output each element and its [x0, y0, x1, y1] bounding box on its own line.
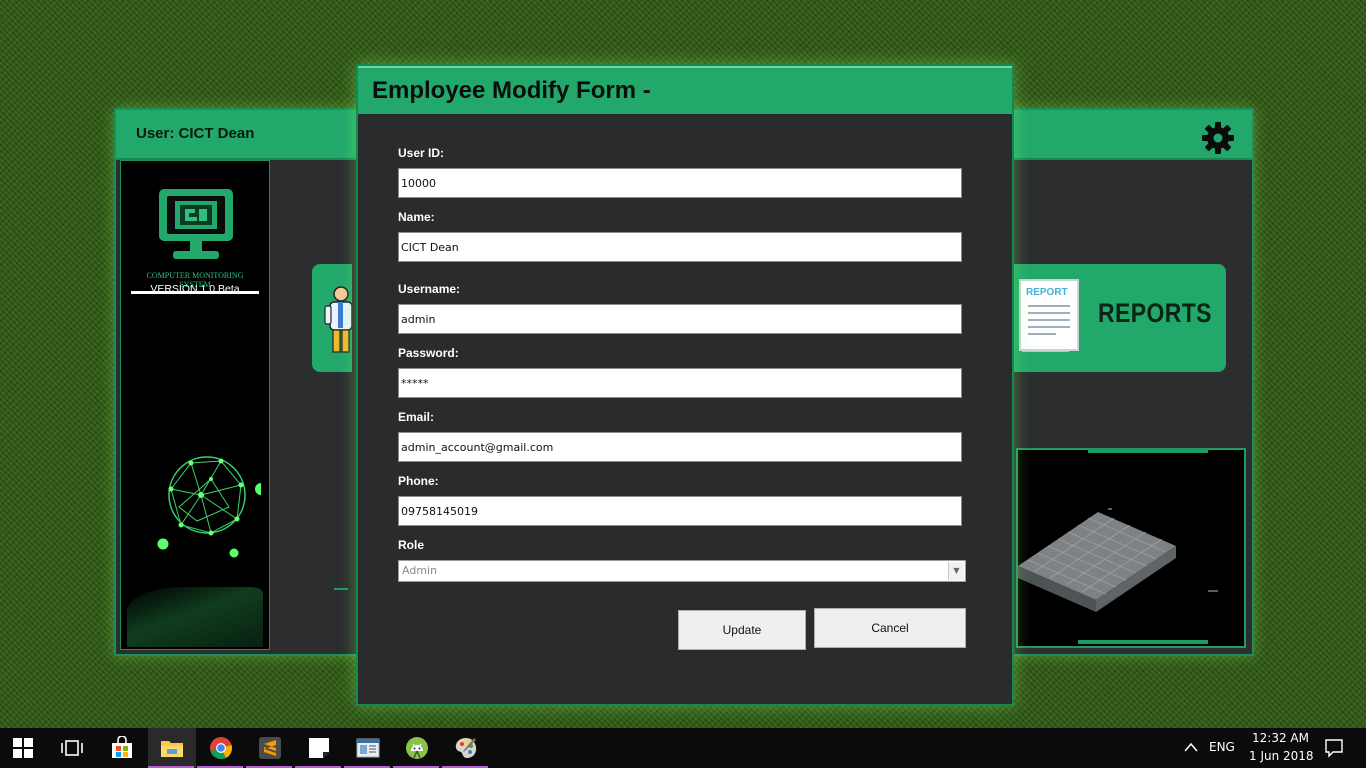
cancel-button[interactable]: Cancel	[814, 608, 966, 648]
user-label: User: CICT Dean	[136, 125, 255, 142]
update-button[interactable]: Update	[678, 610, 806, 650]
dialog-title-bar: Employee Modify Form -	[358, 66, 1012, 114]
server-grid-graphic	[1018, 450, 1218, 644]
role-label: Role	[398, 538, 425, 552]
username-label: Username:	[398, 282, 461, 296]
sidebar: COMPUTER MONITORING SYSTEM VERSION 1.0 B…	[120, 160, 270, 650]
sublime-text-icon[interactable]	[258, 736, 282, 760]
clock-date[interactable]: 1 Jun 2018	[1249, 749, 1314, 763]
email-input[interactable]	[398, 432, 962, 462]
password-input[interactable]	[398, 368, 962, 398]
employee-modify-dialog: Employee Modify Form - User ID: Name: Us…	[356, 64, 1014, 706]
user-id-input[interactable]	[398, 168, 962, 198]
role-value: Admin	[402, 564, 438, 577]
chevron-up-icon[interactable]	[1184, 742, 1198, 752]
phone-input[interactable]	[398, 496, 962, 526]
employee-tile[interactable]	[312, 264, 352, 372]
sticky-notes-icon[interactable]	[307, 736, 331, 760]
version-label: VERSION 1.0 Beta	[150, 283, 240, 295]
name-label: Name:	[398, 210, 435, 224]
notifications-icon[interactable]	[1324, 738, 1344, 758]
reports-tile[interactable]: REPORT REPORTS	[1012, 264, 1226, 372]
phone-label: Phone:	[398, 474, 439, 488]
dropdown-arrow-icon[interactable]: ▼	[948, 562, 964, 580]
report-doc-label: REPORT	[1026, 287, 1068, 298]
username-input[interactable]	[398, 304, 962, 334]
chrome-icon[interactable]	[209, 736, 233, 760]
network-globe-icon	[157, 456, 261, 558]
visualization-panel	[1016, 448, 1246, 648]
android-studio-icon[interactable]	[405, 736, 429, 760]
clock-time[interactable]: 12:32 AM	[1252, 731, 1309, 745]
file-explorer-icon[interactable]	[160, 736, 184, 760]
store-icon[interactable]	[110, 736, 134, 760]
language-indicator[interactable]: ENG	[1209, 740, 1235, 754]
dialog-title: Employee Modify Form -	[372, 77, 651, 104]
task-view-icon[interactable]	[60, 736, 84, 760]
email-label: Email:	[398, 410, 435, 424]
taskbar: ENG 12:32 AM 1 Jun 2018	[0, 728, 1366, 768]
person-icon	[324, 286, 352, 353]
name-input[interactable]	[398, 232, 962, 262]
gear-icon[interactable]	[1200, 120, 1236, 156]
report-document-icon: REPORT	[1019, 279, 1079, 352]
user-id-label: User ID:	[398, 146, 445, 160]
role-select[interactable]: Admin ▼	[398, 560, 966, 582]
app-window-icon[interactable]	[356, 736, 380, 760]
password-label: Password:	[398, 346, 459, 360]
windows-start-icon[interactable]	[13, 738, 33, 758]
monitor-logo-icon	[159, 189, 233, 259]
reports-label: REPORTS	[1098, 298, 1212, 328]
paint-icon[interactable]	[454, 736, 478, 760]
connector-line	[334, 588, 348, 590]
leaf-decoration	[127, 587, 263, 647]
